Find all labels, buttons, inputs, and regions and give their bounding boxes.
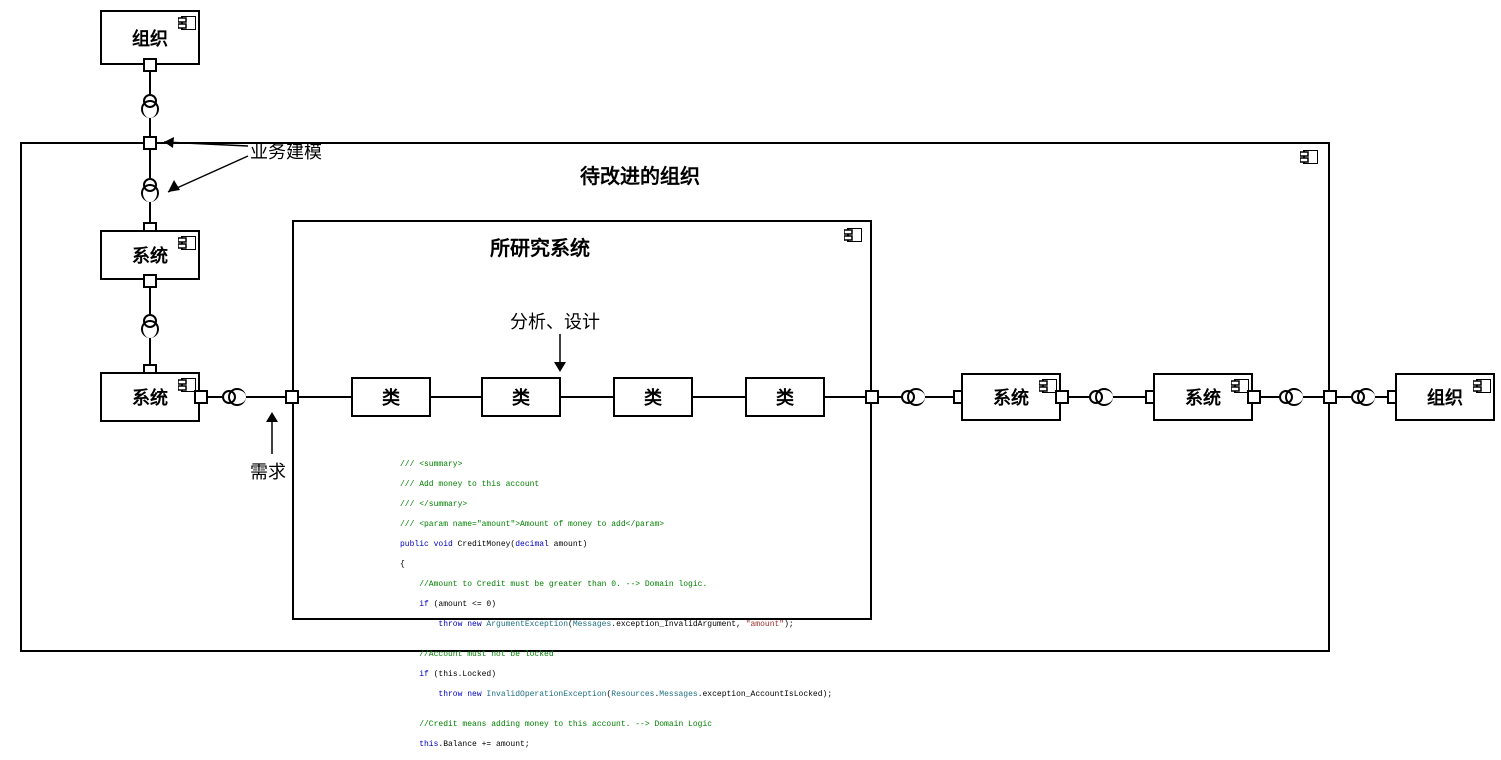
- connector: [149, 288, 151, 314]
- arrow: [158, 130, 250, 154]
- class4-label: 类: [776, 384, 794, 410]
- system-mid-label: 系统: [132, 242, 168, 268]
- connector: [149, 118, 151, 138]
- connector: [825, 396, 865, 398]
- connector: [1069, 396, 1089, 398]
- port: [1055, 390, 1069, 404]
- class2-label: 类: [512, 384, 530, 410]
- org-top-label: 组织: [132, 25, 168, 51]
- port: [1247, 390, 1261, 404]
- requirement-label: 需求: [250, 458, 286, 484]
- connector: [246, 396, 286, 398]
- component-icon: [1473, 379, 1491, 393]
- biz-modeling-label: 业务建模: [250, 138, 322, 164]
- required-interface: [1357, 388, 1375, 406]
- port: [285, 390, 299, 404]
- class-box-4: 类: [745, 377, 825, 417]
- org-right-label: 组织: [1427, 384, 1463, 410]
- port: [143, 274, 157, 288]
- system-r1-label: 系统: [993, 384, 1029, 410]
- connector: [1113, 396, 1147, 398]
- arrow-down: [550, 332, 570, 374]
- required-interface: [907, 388, 925, 406]
- required-interface: [141, 320, 159, 338]
- arrow: [160, 152, 252, 202]
- connector: [1303, 396, 1323, 398]
- component-icon: [844, 228, 862, 242]
- class-box-1: 类: [351, 377, 431, 417]
- port: [865, 390, 879, 404]
- component-icon: [178, 236, 196, 250]
- class-box-3: 类: [613, 377, 693, 417]
- required-interface: [228, 388, 246, 406]
- connector: [149, 338, 151, 366]
- required-interface: [141, 100, 159, 118]
- connector: [431, 396, 481, 398]
- connector: [299, 396, 351, 398]
- class3-label: 类: [644, 384, 662, 410]
- connector: [561, 396, 613, 398]
- required-interface: [141, 184, 159, 202]
- connector: [208, 396, 222, 398]
- connector: [149, 72, 151, 94]
- component-icon: [178, 16, 196, 30]
- system-r2-label: 系统: [1185, 384, 1221, 410]
- port: [143, 136, 157, 150]
- arrow-up: [262, 408, 282, 456]
- connector: [879, 396, 901, 398]
- required-interface: [1095, 388, 1113, 406]
- port: [1323, 390, 1337, 404]
- port: [194, 390, 208, 404]
- connector: [925, 396, 955, 398]
- component-icon: [1300, 150, 1318, 164]
- port: [143, 58, 157, 72]
- connector: [1261, 396, 1279, 398]
- class1-label: 类: [382, 384, 400, 410]
- connector: [149, 150, 151, 178]
- connector: [693, 396, 745, 398]
- connector: [149, 202, 151, 224]
- class-box-2: 类: [481, 377, 561, 417]
- required-interface: [1285, 388, 1303, 406]
- studied-system-title: 所研究系统: [490, 232, 590, 261]
- connector: [1337, 396, 1351, 398]
- analysis-design-label: 分析、设计: [510, 308, 600, 334]
- code-snippet: /// <summary> /// Add money to this acco…: [400, 450, 832, 760]
- org-to-improve-title: 待改进的组织: [580, 160, 700, 189]
- system-bl-label: 系统: [132, 384, 168, 410]
